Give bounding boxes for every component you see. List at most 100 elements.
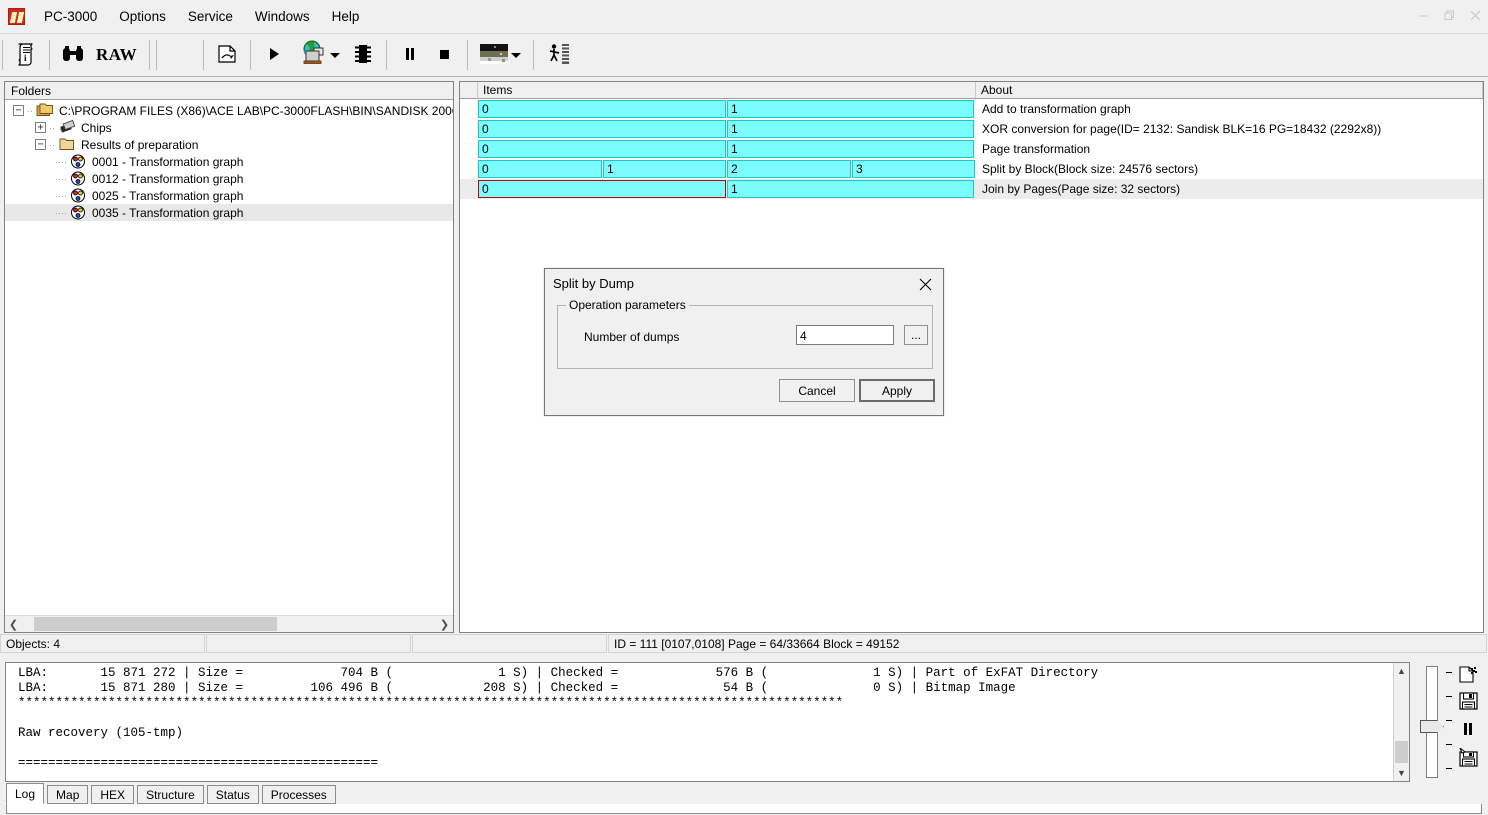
column-header-items[interactable]: Items — [478, 82, 976, 98]
menu-options[interactable]: Options — [108, 5, 177, 28]
scroll-thumb[interactable] — [34, 617, 277, 631]
graph-cell[interactable]: 1 — [727, 180, 974, 198]
save-as-log-icon[interactable] — [1455, 746, 1481, 768]
log-action-icons — [1454, 662, 1484, 782]
graph-cell[interactable]: 1 — [727, 100, 974, 118]
tree-node-root[interactable]: − ·· C:\PROGRAM FILES (X86)\ACE LAB\PC-3… — [5, 102, 453, 119]
stop-button[interactable] — [427, 36, 461, 74]
column-header-about[interactable]: About — [976, 82, 1483, 98]
slider-tick — [1446, 696, 1452, 697]
cancel-button[interactable]: Cancel — [779, 379, 855, 402]
tree-node-results-of-preparation[interactable]: − ·· Results of preparation — [5, 136, 453, 153]
table-row[interactable]: 0 1 Add to transformation graph — [460, 99, 1483, 119]
tree-node-0012[interactable]: ···· 0012 - Transformation graph — [5, 170, 453, 187]
scroll-down-icon[interactable]: ▼ — [1394, 765, 1409, 781]
tab-map[interactable]: Map — [47, 785, 88, 804]
slider-tick — [1446, 768, 1452, 769]
table-row[interactable]: 0 1 2 3 Split by Block(Block size: 24576… — [460, 159, 1483, 179]
save-log-icon[interactable] — [1455, 690, 1481, 712]
report-button[interactable]: i — [9, 36, 43, 74]
row-gutter — [460, 119, 478, 139]
folders-tree[interactable]: − ·· C:\PROGRAM FILES (X86)\ACE LAB\PC-3… — [5, 100, 453, 615]
scroll-track[interactable] — [22, 616, 436, 632]
edit-page-button[interactable] — [210, 36, 244, 74]
operation-parameters-group: Operation parameters Number of dumps ... — [557, 305, 933, 369]
tab-log[interactable]: Log — [6, 783, 44, 804]
log-output[interactable]: LBA: 15 871 272 | Size = 704 B ( 1 S) | … — [6, 663, 1393, 781]
chevron-down-icon[interactable] — [511, 53, 521, 58]
graph-cell[interactable]: 0 — [478, 120, 726, 138]
apply-button[interactable]: Apply — [859, 379, 935, 402]
graph-cell[interactable]: 0 — [478, 140, 726, 158]
expand-icon[interactable]: + — [35, 122, 46, 133]
menu-windows[interactable]: Windows — [244, 5, 321, 28]
toolbar-divider — [156, 40, 157, 70]
tree-horizontal-scrollbar[interactable]: ❮ ❯ — [5, 615, 453, 632]
new-log-icon[interactable] — [1455, 664, 1481, 686]
row-items: 0 1 — [478, 99, 976, 119]
graph-cell-selected[interactable]: 0 — [478, 180, 726, 198]
browse-button[interactable]: ... — [904, 325, 928, 345]
table-row[interactable]: 0 1 Join by Pages(Page size: 32 sectors) — [460, 179, 1483, 199]
slider-thumb[interactable] — [1420, 720, 1444, 733]
graph-cell[interactable]: 2 — [727, 160, 851, 178]
folders-header: Folders — [5, 82, 453, 100]
scroll-right-icon[interactable]: ❯ — [436, 616, 453, 632]
pause-button[interactable] — [393, 36, 427, 74]
tree-node-0035[interactable]: ···· 0035 - Transformation graph — [5, 204, 453, 221]
graph-cell[interactable]: 0 — [478, 100, 726, 118]
tree-node-0001[interactable]: ···· 0001 - Transformation graph — [5, 153, 453, 170]
scroll-left-icon[interactable]: ❮ — [5, 616, 22, 632]
collapse-icon[interactable]: − — [13, 105, 24, 116]
memory-chip-icon — [354, 43, 372, 68]
tab-hex[interactable]: HEX — [91, 785, 134, 804]
network-button[interactable] — [291, 36, 346, 74]
pause-log-icon[interactable] — [1455, 718, 1481, 740]
scroll-up-icon[interactable]: ▲ — [1394, 663, 1409, 679]
collapse-icon[interactable]: − — [35, 139, 46, 150]
table-row[interactable]: 0 1 XOR conversion for page(ID= 2132: Sa… — [460, 119, 1483, 139]
graph-cell[interactable]: 0 — [478, 160, 602, 178]
log-vertical-scrollbar[interactable]: ▲ ▼ — [1393, 663, 1409, 781]
toolbar-divider — [203, 40, 204, 70]
tree-node-root-label: C:\PROGRAM FILES (X86)\ACE LAB\PC-3000FL… — [58, 104, 453, 118]
raw-button[interactable]: RAW — [90, 36, 143, 74]
chevron-down-icon[interactable] — [330, 53, 340, 58]
tab-structure[interactable]: Structure — [137, 785, 204, 804]
menu-pc3000[interactable]: PC-3000 — [33, 5, 108, 28]
tree-node-chips[interactable]: + ·· Chips — [5, 119, 453, 136]
graph-cell[interactable]: 1 — [727, 120, 974, 138]
close-icon[interactable] — [1462, 0, 1488, 30]
row-gutter — [460, 99, 478, 119]
tree-node-0025-label: 0025 - Transformation graph — [91, 189, 243, 203]
tree-node-0025[interactable]: ···· 0025 - Transformation graph — [5, 187, 453, 204]
scroll-thumb[interactable] — [1395, 741, 1408, 763]
maximize-icon[interactable] — [1436, 0, 1462, 30]
tree-dots: ···· — [55, 191, 69, 201]
graph-cell[interactable]: 1 — [603, 160, 726, 178]
tab-status[interactable]: Status — [207, 785, 259, 804]
globe-computer-icon — [297, 39, 327, 72]
menu-help[interactable]: Help — [321, 5, 371, 28]
chip-button[interactable] — [346, 36, 380, 74]
tab-processes[interactable]: Processes — [262, 785, 336, 804]
run-button[interactable] — [257, 36, 291, 74]
tree-node-0001-label: 0001 - Transformation graph — [91, 155, 243, 169]
log-verbosity-slider[interactable] — [1418, 662, 1446, 782]
slider-ticks — [1446, 662, 1454, 782]
document-edit-icon — [216, 43, 238, 68]
find-button[interactable] — [56, 36, 90, 74]
tab-strip: Log Map HEX Structure Status Processes — [6, 782, 339, 804]
menu-service[interactable]: Service — [177, 5, 244, 28]
number-of-dumps-input[interactable] — [796, 325, 894, 345]
processes-button[interactable] — [540, 36, 578, 74]
minimize-icon[interactable] — [1410, 0, 1436, 30]
graph-cell[interactable]: 3 — [852, 160, 975, 178]
image-button[interactable] — [474, 36, 527, 74]
scroll-track[interactable] — [1394, 679, 1409, 765]
bitmap-preview-icon — [480, 43, 508, 68]
stop-square-icon — [437, 46, 451, 65]
table-row[interactable]: 0 1 Page transformation — [460, 139, 1483, 159]
close-icon[interactable] — [911, 273, 939, 295]
graph-cell[interactable]: 1 — [727, 140, 974, 158]
